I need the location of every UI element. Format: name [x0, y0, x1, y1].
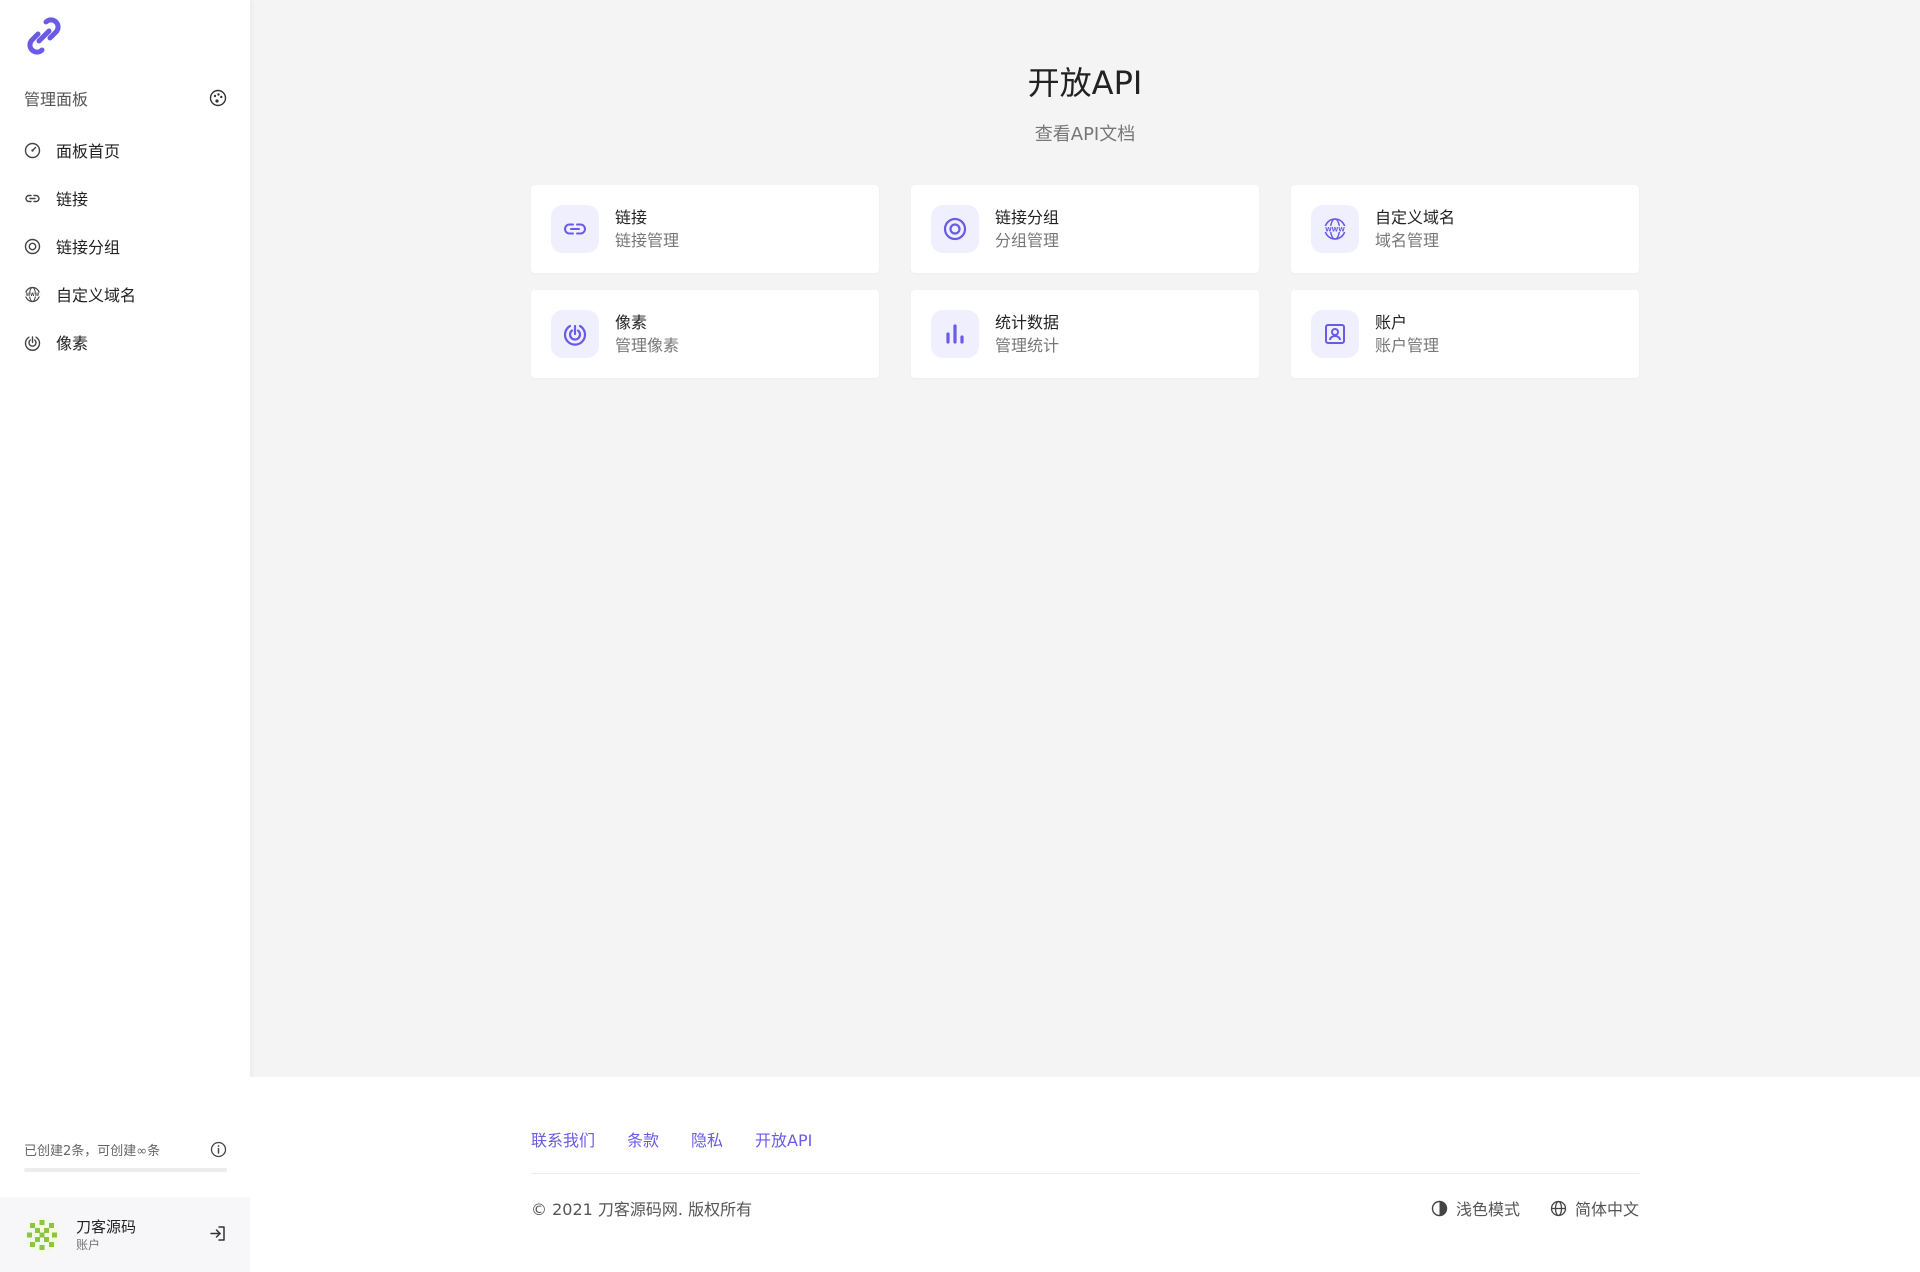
- link-icon: [24, 190, 41, 207]
- card-desc: 账户管理: [1375, 336, 1440, 355]
- card-desc: 管理像素: [615, 336, 680, 355]
- card-title: 像素: [615, 313, 648, 332]
- user-panel[interactable]: 刀客源码 账户: [0, 1197, 250, 1272]
- card-title: 链接: [615, 208, 648, 227]
- link-icon: [551, 205, 599, 253]
- page-title: 开放API: [1027, 64, 1143, 102]
- footer-options: 浅色模式 简体中文: [1431, 1196, 1639, 1220]
- footer-link-privacy[interactable]: 隐私: [691, 1127, 723, 1151]
- footer-link-api[interactable]: 开放API: [755, 1127, 812, 1151]
- www-icon: WWW: [1311, 205, 1359, 253]
- logout-icon[interactable]: [208, 1224, 227, 1243]
- sidebar-header-label: 管理面板: [24, 90, 89, 109]
- sidebar-item-label: 面板首页: [56, 142, 121, 161]
- usage-progress-bar: [24, 1168, 227, 1172]
- svg-text:WWW: WWW: [26, 292, 40, 297]
- api-card-pixels[interactable]: 像素 管理像素: [531, 290, 879, 378]
- page-subtitle: 查看API文档: [1034, 124, 1136, 145]
- api-card-custom-domains[interactable]: WWW 自定义域名 域名管理: [1291, 185, 1639, 273]
- usage-summary: 已创建2条，可创建∞条: [24, 1138, 227, 1160]
- api-card-link-groups[interactable]: 链接分组 分组管理: [911, 185, 1259, 273]
- card-desc: 链接管理: [615, 231, 680, 250]
- target-icon: [24, 238, 41, 255]
- user-role: 账户: [76, 1237, 101, 1252]
- copyright: © 2021 刀客源码网. 版权所有: [531, 1200, 753, 1219]
- theme-toggle[interactable]: 浅色模式: [1431, 1196, 1520, 1220]
- card-desc: 管理统计: [995, 336, 1060, 355]
- svg-text:WWW: WWW: [1325, 226, 1345, 233]
- globe-icon: [1550, 1200, 1567, 1217]
- sidebar-header: 管理面板: [24, 86, 227, 110]
- theme-label: 浅色模式: [1455, 1200, 1520, 1219]
- www-icon: WWW: [24, 286, 41, 303]
- footer-link-terms[interactable]: 条款: [627, 1127, 659, 1151]
- sidebar-item-links[interactable]: 链接: [0, 174, 250, 222]
- card-desc: 分组管理: [995, 231, 1060, 250]
- footer-link-contact[interactable]: 联系我们: [531, 1127, 595, 1151]
- palette-icon[interactable]: [209, 89, 227, 107]
- logo-link-icon[interactable]: [22, 14, 66, 58]
- sidebar-item-pixels[interactable]: 像素: [0, 318, 250, 366]
- card-title: 账户: [1375, 313, 1408, 332]
- usage-text: 已创建2条，可创建∞条: [24, 1143, 161, 1159]
- sidebar-nav: 面板首页 链接 链接分组 WWW 自定义域名 像素: [0, 126, 250, 366]
- sidebar: 管理面板 面板首页 链接 链接分组 WWW 自定义域名 像素 已创建2条，可创建…: [0, 0, 250, 1272]
- bar-chart-icon: [931, 310, 979, 358]
- speedometer-icon: [24, 142, 41, 159]
- info-icon[interactable]: [210, 1141, 227, 1158]
- pixel-icon: [551, 310, 599, 358]
- language-selector[interactable]: 简体中文: [1550, 1196, 1639, 1220]
- user-info: 刀客源码 账户: [76, 1217, 136, 1253]
- sidebar-item-custom-domains[interactable]: WWW 自定义域名: [0, 270, 250, 318]
- contrast-icon: [1431, 1200, 1448, 1217]
- sidebar-item-label: 自定义域名: [56, 286, 137, 305]
- avatar[interactable]: [24, 1216, 60, 1253]
- api-card-links[interactable]: 链接 链接管理: [531, 185, 879, 273]
- main-content: 开放API 查看API文档 链接 链接管理 链接分组 分组管理 WWW 自定义域…: [250, 0, 1920, 1077]
- pixel-icon: [24, 334, 41, 351]
- card-desc: 域名管理: [1375, 231, 1440, 250]
- card-title: 链接分组: [995, 208, 1060, 227]
- api-card-grid: 链接 链接管理 链接分组 分组管理 WWW 自定义域名 域名管理 像素 管理像素…: [531, 185, 1639, 378]
- api-card-account[interactable]: 账户 账户管理: [1291, 290, 1639, 378]
- footer-divider: [531, 1173, 1639, 1174]
- api-card-statistics[interactable]: 统计数据 管理统计: [911, 290, 1259, 378]
- target-icon: [931, 205, 979, 253]
- language-label: 简体中文: [1574, 1200, 1639, 1219]
- sidebar-item-label: 链接分组: [56, 238, 121, 257]
- footer-links: 联系我们 条款 隐私 开放API: [531, 1127, 812, 1151]
- footer: 联系我们 条款 隐私 开放API © 2021 刀客源码网. 版权所有 浅色模式: [250, 1077, 1920, 1272]
- sidebar-item-link-groups[interactable]: 链接分组: [0, 222, 250, 270]
- sidebar-item-label: 像素: [56, 334, 89, 353]
- user-name: 刀客源码: [76, 1217, 137, 1236]
- sidebar-item-dashboard[interactable]: 面板首页: [0, 126, 250, 174]
- account-icon: [1311, 310, 1359, 358]
- sidebar-item-label: 链接: [56, 190, 89, 209]
- card-title: 自定义域名: [1375, 208, 1456, 227]
- card-title: 统计数据: [995, 313, 1060, 332]
